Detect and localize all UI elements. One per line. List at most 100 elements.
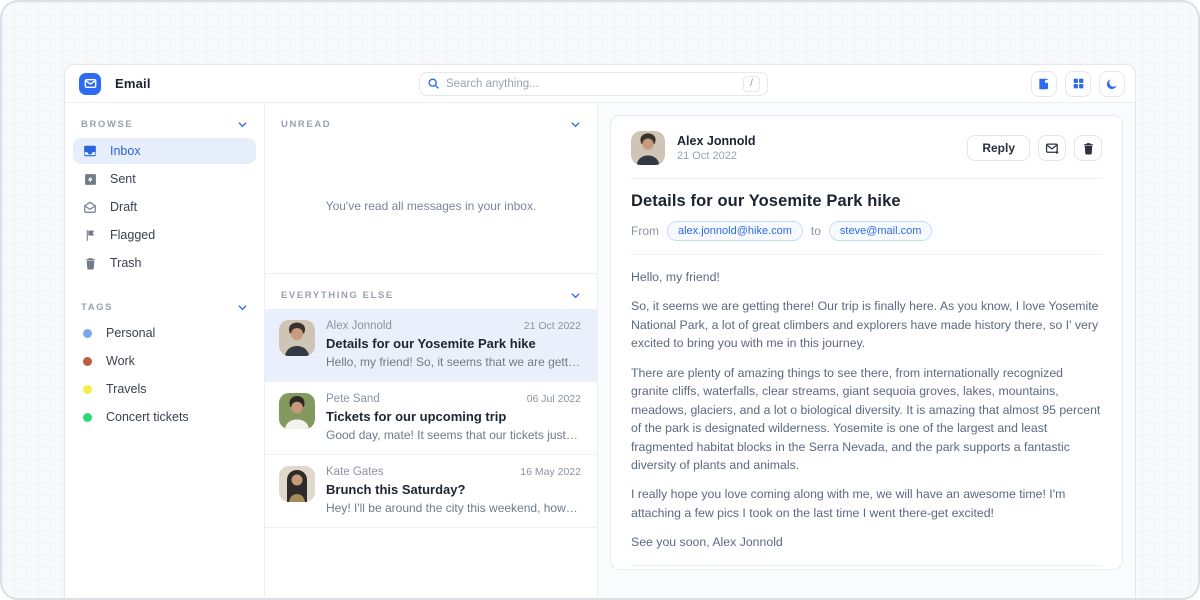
delete-button[interactable] [1074, 135, 1102, 161]
sidebar-item-sent[interactable]: Sent [73, 166, 256, 192]
mail-preview: Hey! I'll be around the city this weeken… [326, 501, 581, 515]
mail-list-item[interactable]: Kate Gates 16 May 2022 Brunch this Satur… [265, 455, 597, 528]
sidebar-item-label: Trash [110, 256, 142, 270]
body-paragraph: Hello, my friend! [631, 268, 1102, 286]
avatar [279, 466, 315, 502]
dark-mode-toggle[interactable] [1099, 71, 1125, 97]
divider [631, 178, 1102, 179]
email-app-window: Email / [64, 64, 1136, 598]
mail-sender: Kate Gates [326, 466, 384, 478]
email-app-logo [79, 73, 101, 95]
avatar [631, 131, 665, 165]
divider [631, 565, 1102, 566]
mail-date: 21 Oct 2022 [524, 320, 581, 332]
mail-list-item[interactable]: Pete Sand 06 Jul 2022 Tickets for our up… [265, 382, 597, 455]
book-icon [1037, 77, 1051, 91]
search-input[interactable] [446, 78, 737, 90]
everything-else-label: EVERYTHING ELSE [281, 290, 394, 301]
mail-body: Hello, my friend! So, it seems we are ge… [631, 268, 1102, 552]
tag-item-personal[interactable]: Personal [73, 319, 256, 347]
app-title: Email [115, 76, 151, 91]
app-body: BROWSE Inbox Sent [65, 103, 1135, 598]
sidebar-item-label: Flagged [110, 228, 155, 242]
chevron-down-icon[interactable] [570, 119, 581, 130]
chevron-down-icon[interactable] [237, 302, 248, 313]
mail-date: 06 Jul 2022 [527, 393, 581, 405]
avatar [279, 320, 315, 356]
mail-list-column: UNREAD You've read all messages in your … [265, 103, 598, 598]
search-bar[interactable]: / [419, 72, 768, 96]
chevron-down-icon[interactable] [570, 290, 581, 301]
apps-button[interactable] [1065, 71, 1091, 97]
sidebar-item-flagged[interactable]: Flagged [73, 222, 256, 248]
detail-subject: Details for our Yosemite Park hike [631, 192, 1102, 211]
mail-sender: Alex Jonnold [326, 320, 392, 332]
apps-grid-icon [1072, 77, 1085, 90]
tag-item-work[interactable]: Work [73, 347, 256, 375]
detail-meta-row: From alex.jonnold@hike.com to steve@mail… [631, 221, 1102, 241]
everything-else-section-header[interactable]: EVERYTHING ELSE [265, 274, 597, 309]
mail-list-item[interactable]: Alex Jonnold 21 Oct 2022 Details for our… [265, 309, 597, 382]
mail-sender: Pete Sand [326, 393, 380, 405]
chevron-down-icon[interactable] [237, 119, 248, 130]
browse-label: BROWSE [81, 119, 133, 130]
body-paragraph: So, it seems we are getting there! Our t… [631, 297, 1102, 352]
mail-item-content: Pete Sand 06 Jul 2022 Tickets for our up… [326, 393, 581, 442]
tag-label: Work [106, 354, 135, 368]
mail-preview: Hello, my friend! So, it seems that we a… [326, 355, 581, 369]
browse-section-header[interactable]: BROWSE [73, 117, 256, 136]
sidebar-item-draft[interactable]: Draft [73, 194, 256, 220]
reply-button[interactable]: Reply [967, 135, 1030, 161]
tag-color-dot [83, 357, 92, 366]
body-paragraph: There are plenty of amazing things to se… [631, 364, 1102, 475]
body-paragraph: See you soon, Alex Jonnold [631, 533, 1102, 551]
mail-subject: Tickets for our upcoming trip [326, 409, 581, 424]
mail-detail-card: Alex Jonnold 21 Oct 2022 Reply [610, 115, 1123, 570]
sidebar-item-trash[interactable]: Trash [73, 250, 256, 276]
tags-section: TAGS Personal Work Travels [73, 300, 256, 431]
mail-detail-area: Alex Jonnold 21 Oct 2022 Reply [598, 103, 1135, 598]
body-paragraph: I really hope you love coming along with… [631, 485, 1102, 522]
trash-icon [1082, 142, 1095, 155]
search-shortcut-key: / [743, 76, 760, 92]
mail-item-content: Alex Jonnold 21 Oct 2022 Details for our… [326, 320, 581, 369]
from-email-chip[interactable]: alex.jonnold@hike.com [667, 221, 803, 241]
trash-icon [83, 257, 97, 270]
draft-envelope-icon [83, 200, 97, 214]
sidebar-item-label: Draft [110, 200, 137, 214]
tag-label: Personal [106, 326, 155, 340]
mail-subject: Brunch this Saturday? [326, 482, 581, 497]
sidebar: BROWSE Inbox Sent [65, 103, 265, 598]
detail-sender-name: Alex Jonnold [677, 134, 755, 148]
unread-empty-message: You've read all messages in your inbox. [265, 138, 597, 274]
divider [631, 254, 1102, 255]
tag-item-concert-tickets[interactable]: Concert tickets [73, 403, 256, 431]
detail-sender-block: Alex Jonnold 21 Oct 2022 [677, 134, 755, 162]
addressbook-button[interactable] [1031, 71, 1057, 97]
to-email-chip[interactable]: steve@mail.com [829, 221, 932, 241]
unread-section-header[interactable]: UNREAD [265, 103, 597, 138]
mail-subject: Details for our Yosemite Park hike [326, 336, 581, 351]
tag-label: Travels [106, 382, 147, 396]
mail-preview: Good day, mate! It seems that our ticket… [326, 428, 581, 442]
mail-item-content: Kate Gates 16 May 2022 Brunch this Satur… [326, 466, 581, 515]
envelope-icon [84, 77, 97, 90]
tags-label: TAGS [81, 302, 113, 313]
sidebar-item-inbox[interactable]: Inbox [73, 138, 256, 164]
inbox-icon [83, 144, 97, 158]
unread-label: UNREAD [281, 119, 331, 130]
tag-color-dot [83, 329, 92, 338]
tag-item-travels[interactable]: Travels [73, 375, 256, 403]
detail-header: Alex Jonnold 21 Oct 2022 Reply [631, 131, 1102, 165]
tags-section-header[interactable]: TAGS [73, 300, 256, 319]
desktop-background: Email / [0, 0, 1200, 600]
tag-color-dot [83, 413, 92, 422]
search-icon [427, 77, 440, 90]
sidebar-item-label: Inbox [110, 144, 141, 158]
sent-icon [83, 173, 97, 186]
detail-date: 21 Oct 2022 [677, 150, 755, 162]
forward-button[interactable] [1038, 135, 1066, 161]
flag-icon [83, 229, 97, 242]
avatar [279, 393, 315, 429]
detail-actions: Reply [967, 135, 1102, 161]
